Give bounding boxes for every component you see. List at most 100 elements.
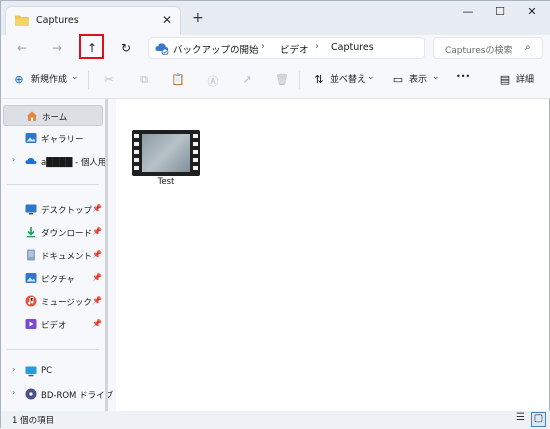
sidebar-item-gallery[interactable]: ギャラリー	[3, 128, 103, 149]
film-sprocket	[134, 142, 139, 146]
chevron-right-icon[interactable]: ›	[12, 388, 15, 397]
file-name[interactable]: Test	[132, 177, 200, 187]
sidebar-item-label: デスクトップ	[41, 206, 93, 216]
pin-icon[interactable]: 📌	[92, 250, 102, 259]
videos-icon	[25, 319, 37, 329]
details-button[interactable]: 詳細	[516, 72, 534, 85]
film-sprocket	[193, 166, 198, 170]
sidebar-item-label: ギャラリー	[41, 135, 84, 145]
view-icon: ▭	[392, 73, 404, 86]
chevron-down-icon: ⌄	[432, 72, 440, 82]
music-icon	[25, 295, 37, 307]
status-bar: 1 個の項目 ☰ ▢	[1, 411, 550, 429]
close-tab-icon[interactable]: ✕	[162, 13, 172, 27]
close-window-button[interactable]: ✕	[517, 5, 547, 21]
sidebar-item-bd-rom-drive[interactable]: › BD-ROM ドライブ	[3, 384, 113, 405]
cloud-backup-icon	[155, 43, 169, 55]
pin-icon[interactable]: 📌	[92, 273, 102, 282]
sidebar-item-label: ホーム	[42, 113, 68, 123]
rename-icon[interactable]: Ⓐ	[206, 73, 220, 88]
sidebar-item-label: BD-ROM ドライブ	[41, 391, 114, 401]
folder-icon	[15, 15, 29, 26]
cut-icon[interactable]: ✂	[102, 73, 116, 87]
film-sprocket	[134, 158, 139, 162]
divider	[7, 184, 99, 185]
film-sprocket	[193, 134, 198, 138]
sidebar-item-label: ビデオ	[41, 321, 67, 331]
new-icon: ⊕	[14, 73, 24, 86]
disc-drive-icon	[25, 388, 37, 400]
sidebar-item-onedrive[interactable]: › a████ - 個人用	[3, 151, 106, 172]
maximize-button[interactable]: ☐	[485, 5, 515, 21]
divider	[88, 71, 89, 89]
chevron-down-icon: ⌄	[71, 72, 79, 82]
video-file-icon[interactable]	[132, 130, 200, 176]
chevron-right-icon[interactable]: ›	[12, 155, 15, 164]
sidebar-item-videos[interactable]: ビデオ 📌	[3, 314, 103, 335]
gallery-icon	[25, 133, 37, 143]
film-sprocket	[134, 150, 139, 154]
sidebar-item-label: PC	[41, 366, 53, 376]
sidebar-item-label: ダウンロード	[41, 229, 93, 239]
address-bar[interactable]: バックアップの開始 › ビデオ › Captures	[148, 37, 425, 59]
sidebar-item-label: ミュージック	[41, 298, 92, 308]
copy-icon[interactable]: ⧉	[137, 73, 151, 87]
breadcrumb-videos[interactable]: ビデオ	[280, 42, 309, 56]
sidebar-item-home[interactable]: ホーム	[3, 105, 103, 126]
details-icon: ▤	[499, 73, 511, 86]
sidebar-scrollbar[interactable]	[105, 99, 108, 411]
sidebar-item-label: ドキュメント	[41, 252, 93, 262]
sidebar-item-music[interactable]: ミュージック 📌	[3, 291, 103, 312]
pin-icon[interactable]: 📌	[92, 296, 102, 305]
view-button[interactable]: 表示	[409, 72, 427, 85]
large-icons-view-button[interactable]: ▢	[531, 412, 546, 427]
sidebar-item-desktop[interactable]: デスクトップ 📌	[3, 199, 103, 220]
divider	[299, 71, 300, 89]
share-icon[interactable]: ↗	[240, 73, 254, 87]
video-thumbnail	[142, 134, 190, 172]
sidebar-item-label: ピクチャ	[41, 275, 75, 285]
navigation-pane: ホーム ギャラリー › a████ - 個人用 デスクトップ 📌 ダウンロード …	[1, 99, 116, 411]
minimize-button[interactable]: —	[453, 5, 483, 21]
chevron-right-icon: ›	[261, 41, 265, 52]
up-button-highlight	[79, 34, 104, 59]
search-input[interactable]: Capturesの検索	[445, 43, 512, 56]
refresh-button[interactable]: ↻	[114, 37, 138, 59]
sidebar-item-downloads[interactable]: ダウンロード 📌	[3, 222, 103, 243]
download-icon	[27, 227, 35, 238]
chevron-right-icon[interactable]: ›	[12, 365, 15, 374]
breadcrumb-backup[interactable]: バックアップの開始	[173, 42, 259, 56]
new-tab-button[interactable]: +	[192, 10, 204, 26]
pin-icon[interactable]: 📌	[92, 204, 102, 213]
tab-title: Captures	[36, 15, 79, 26]
sidebar-item-pictures[interactable]: ピクチャ 📌	[3, 268, 103, 289]
sort-icon: ⇅	[314, 73, 324, 86]
details-view-button[interactable]: ☰	[513, 412, 528, 427]
search-box[interactable]: Capturesの検索 ⌕	[433, 37, 543, 59]
search-icon[interactable]: ⌕	[525, 42, 531, 53]
sort-button[interactable]: 並べ替え	[330, 72, 366, 85]
onedrive-icon	[25, 157, 37, 164]
sidebar-item-documents[interactable]: ドキュメント 📌	[3, 245, 103, 266]
tab-captures[interactable]: Captures ✕	[5, 6, 181, 35]
film-sprocket	[193, 158, 198, 162]
home-icon	[27, 111, 37, 121]
new-button[interactable]: 新規作成	[31, 72, 67, 85]
delete-icon[interactable]: 🗑	[275, 73, 289, 87]
pin-icon[interactable]: 📌	[92, 319, 102, 328]
film-sprocket	[193, 150, 198, 154]
film-sprocket	[134, 134, 139, 138]
chevron-down-icon: ⌄	[367, 72, 375, 82]
more-options-button[interactable]: •••	[456, 72, 470, 81]
sidebar-item-pc[interactable]: › PC	[3, 361, 103, 382]
divider	[7, 349, 99, 350]
back-button[interactable]: ←	[10, 37, 34, 59]
forward-button[interactable]: →	[45, 37, 69, 59]
item-count: 1 個の項目	[12, 416, 55, 426]
title-bar: Captures ✕ + — ☐ ✕	[1, 1, 550, 35]
desktop-icon	[25, 204, 37, 215]
paste-icon[interactable]: 📋	[171, 73, 185, 87]
breadcrumb-captures[interactable]: Captures	[331, 42, 374, 53]
pin-icon[interactable]: 📌	[92, 227, 102, 236]
pictures-icon	[25, 273, 37, 283]
